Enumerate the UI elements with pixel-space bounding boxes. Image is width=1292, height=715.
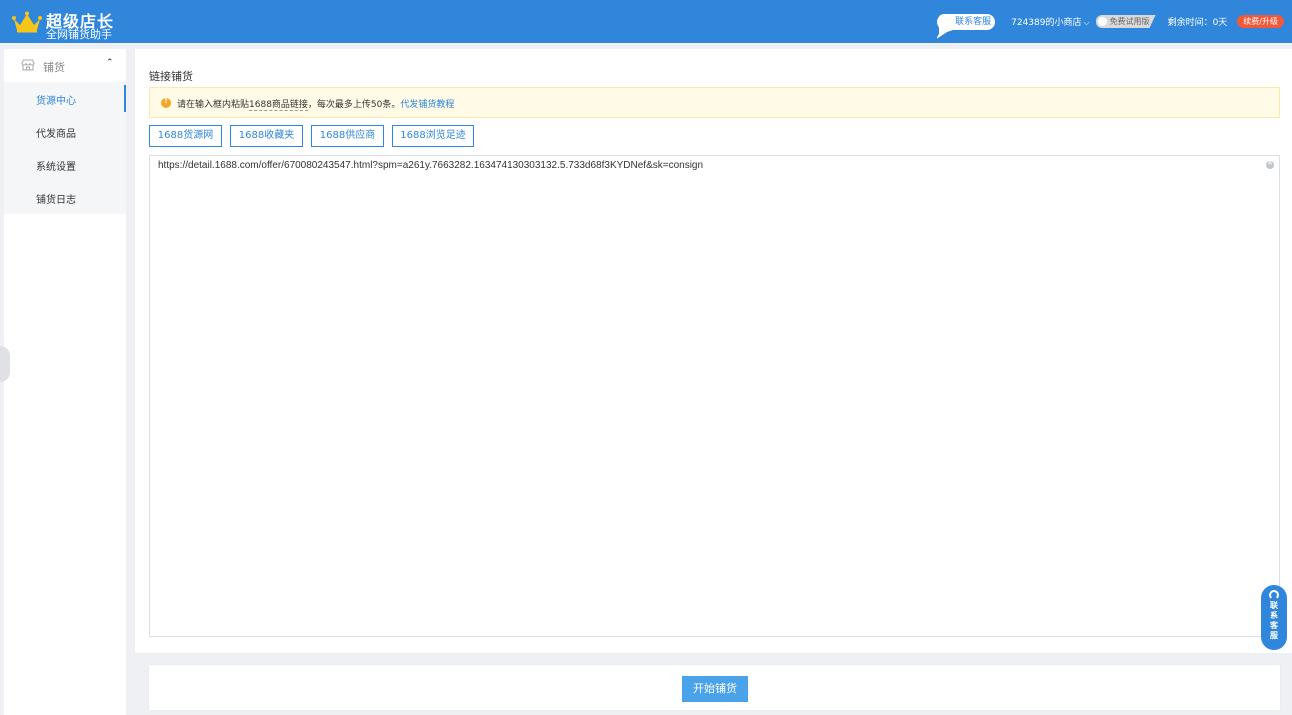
header-right: 联系客服 724389的小商店 ⌵ 免费试用版 剩余时间：0天 续费/升级 (937, 13, 1284, 39)
link-input-textarea[interactable]: https://detail.1688.com/offer/6700802435… (149, 155, 1280, 637)
notice-text-after: ，每次最多上传50条。 (307, 100, 401, 110)
source-button-favorites[interactable]: 1688收藏夹 (230, 125, 303, 147)
app-subtitle: 全网铺货助手 (46, 28, 112, 41)
source-button-suppliers[interactable]: 1688供应商 (311, 125, 384, 147)
remaining-time: 剩余时间：0天 (1167, 18, 1228, 28)
sidebar-item-label: 铺货日志 (36, 195, 76, 206)
source-button-browse-history[interactable]: 1688浏览足迹 (392, 125, 474, 147)
sidebar-item-label: 货源中心 (36, 96, 76, 107)
sidebar-item-system-settings[interactable]: 系统设置 (4, 148, 126, 181)
sidebar-item-distribution-log[interactable]: 铺货日志 (4, 181, 126, 214)
contact-service-label: 联系客服 (955, 16, 992, 27)
tutorial-link[interactable]: 代发铺货教程 (400, 100, 454, 110)
contact-service-button[interactable]: 联系客服 (937, 13, 996, 39)
headset-icon (1269, 590, 1279, 600)
action-bar: 开始铺货 (149, 665, 1280, 710)
notice-banner: 请在输入框内粘贴1688商品链接，每次最多上传50条。代发铺货教程 (149, 87, 1280, 118)
start-distribution-button[interactable]: 开始铺货 (682, 676, 748, 702)
sidebar: 铺货 ⌃ 货源中心 代发商品 系统设置 铺货日志 (4, 49, 126, 715)
sidebar-item-dropship-products[interactable]: 代发商品 (4, 115, 126, 148)
chat-bubble-icon (937, 13, 954, 39)
shop-selector[interactable]: 724389的小商店 ⌵ (1011, 15, 1089, 28)
active-indicator (124, 85, 126, 112)
link-input-value: https://detail.1688.com/offer/6700802435… (158, 160, 704, 171)
trial-badge: 免费试用版 (1095, 15, 1156, 28)
sidebar-item-source-center[interactable]: 货源中心 (4, 82, 126, 115)
sidebar-item-label: 代发商品 (36, 129, 76, 140)
float-contact-service-button[interactable]: 联系客服 (1261, 585, 1287, 650)
sidebar-group-distribution[interactable]: 铺货 ⌃ (4, 49, 126, 82)
source-button-supply-network[interactable]: 1688货源网 (149, 125, 222, 147)
notice-text-before: 请在输入框内粘贴 (177, 100, 250, 110)
main-panel: 链接铺货 请在输入框内粘贴1688商品链接，每次最多上传50条。代发铺货教程 1… (135, 49, 1292, 653)
notice-text: 请在输入框内粘贴1688商品链接，每次最多上传50条。代发铺货教程 (177, 97, 454, 111)
warning-icon (161, 96, 171, 108)
crown-icon (12, 11, 42, 33)
sidebar-item-label: 系统设置 (36, 162, 76, 173)
renew-upgrade-button[interactable]: 续费/升级 (1237, 15, 1284, 28)
chevron-up-icon: ⌃ (106, 58, 114, 68)
float-service-label: 联系客服 (1270, 601, 1278, 640)
sidebar-collapse-handle[interactable] (0, 346, 10, 382)
store-icon (21, 59, 35, 71)
chevron-down-icon: ⌵ (1083, 18, 1090, 27)
notice-text-underlined: 1688商品链接 (249, 100, 308, 111)
badge-dot-icon (1097, 17, 1107, 26)
clear-icon[interactable] (1266, 158, 1274, 169)
shop-name-label: 724389的小商店 (1011, 18, 1082, 28)
trial-label: 免费试用版 (1109, 17, 1150, 26)
top-header: 超级店长 全网铺货助手 联系客服 724389的小商店 ⌵ 免费试用版 剩余时间：… (0, 0, 1292, 43)
page-title: 链接铺货 (149, 70, 193, 83)
sidebar-group-label: 铺货 (43, 61, 65, 74)
